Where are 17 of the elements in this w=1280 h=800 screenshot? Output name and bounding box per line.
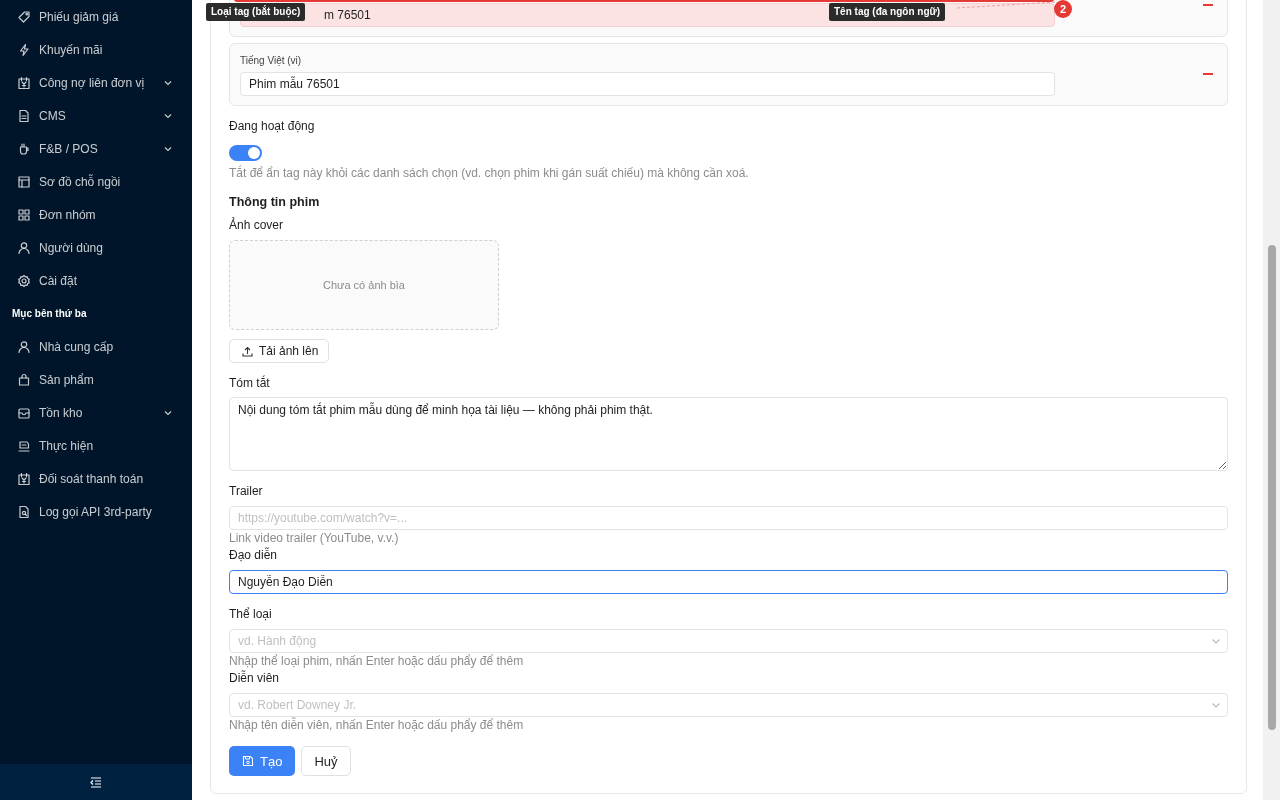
field-label: Tóm tắt [229,375,271,391]
placeholder-text: Chưa có ảnh bìa [323,279,405,291]
field-label: Trailer [229,483,264,499]
tooltip: Tên tag (đa ngôn ngữ) [829,3,946,21]
field-label: Thể loại [229,606,273,622]
help-text: Nhập thể loại phim, nhấn Enter hoặc dấu phẩy để thêm [229,653,525,669]
sidebar-section-title: Mục bên thứ ba [11,307,88,322]
tooltip: Loại tag (bắt buộc) [206,3,306,21]
field-label: Ảnh cover [229,217,285,233]
help-text: Link video trailer (YouTube, v.v.) [229,530,400,546]
help-text: Nhập tên diễn viên, nhấn Enter hoặc dấu phẩy để thêm [229,717,525,733]
section-title: Thông tin phim [229,194,321,211]
field-label: Diễn viên [229,670,281,686]
help-text: Tắt để ẩn tag này khỏi các danh sách chọn (vd. chọn phim khi gán suất chiếu) mà không cần xoá. [229,165,750,181]
field-label: Đang hoạt động [229,118,316,134]
field-label: Đạo diễn [229,547,279,563]
field-label: Tiếng Việt (vi) [240,54,303,68]
